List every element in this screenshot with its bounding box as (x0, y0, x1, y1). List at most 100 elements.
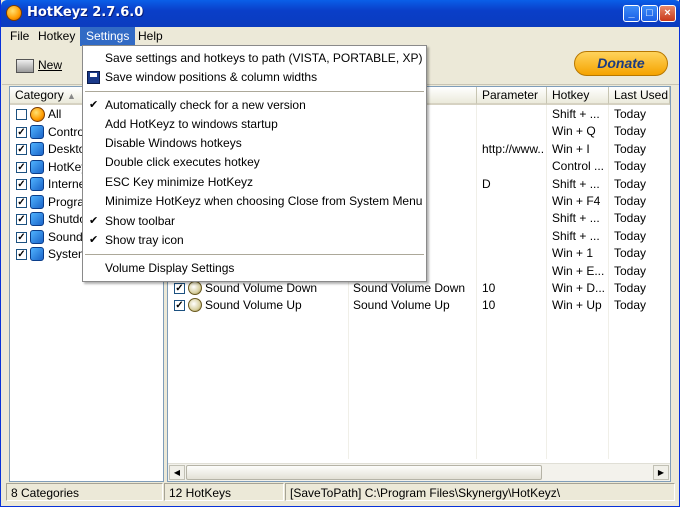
category-icon (30, 194, 44, 209)
app-icon (6, 5, 22, 21)
category-label: Deskto (48, 142, 86, 156)
keyboard-icon (16, 58, 34, 73)
hotkey-cell-last-used: Today (614, 298, 647, 313)
menu-item-label: Volume Display Settings (105, 261, 235, 275)
minimize-button[interactable]: _ (623, 5, 640, 22)
menu-settings[interactable]: Settings (80, 27, 136, 46)
title-bar[interactable]: HotKeyz 2.7.6.0 _ □ × (1, 0, 680, 27)
category-checkbox[interactable]: ✓ (16, 214, 27, 225)
category-checkbox[interactable]: ✓ (16, 179, 27, 190)
check-icon: ✔ (89, 215, 99, 227)
hotkey-cell-hotkey: Win + Up (552, 298, 602, 313)
column-header-last-used[interactable]: Last Used (609, 87, 670, 105)
menu-hotkey[interactable]: Hotkey (32, 27, 81, 46)
menu-item-show-tray-icon[interactable]: ✔ Show tray icon (83, 231, 426, 250)
menu-item-esc-minimize[interactable]: ESC Key minimize HotKeyz (83, 173, 426, 192)
hotkey-cell-last-used: Today (614, 281, 647, 295)
hotkey-cell-command: Sound Volume Up (353, 298, 450, 313)
all-categories-icon (30, 107, 45, 122)
hotkey-cell-hotkey: Win + E... (552, 263, 605, 278)
hotkey-row[interactable]: ✓ Sound Volume Down Sound Volume Down 10 Win… (168, 280, 670, 297)
category-label: Contro (48, 124, 85, 139)
menu-item-label: ESC Key minimize HotKeyz (105, 175, 254, 189)
hotkey-cell-name: Sound Volume Down (205, 281, 318, 295)
menu-item-disable-windows-hotkeys[interactable]: Disable Windows hotkeys (83, 134, 426, 153)
close-button[interactable]: × (659, 5, 676, 22)
menu-item-label: Save settings and hotkeys to path (VISTA… (105, 51, 423, 65)
menu-item-volume-display-settings[interactable]: Volume Display Settings (83, 259, 426, 278)
category-checkbox[interactable]: ✓ (16, 161, 27, 173)
category-label: Interne (48, 177, 86, 191)
new-button[interactable]: New (16, 55, 62, 75)
menu-item-label: Show tray icon (105, 233, 184, 247)
menu-item-save-window-positions[interactable]: Save window positions & column widths (83, 68, 426, 87)
menu-item-auto-check-version[interactable]: ✔ Automatically check for a new version (83, 96, 426, 115)
hotkey-cell-last-used: Today (614, 176, 647, 191)
category-checkbox[interactable]: ✓ (16, 126, 27, 138)
category-icon (30, 177, 44, 191)
category-icon (30, 212, 44, 226)
menu-bar: File Hotkey Settings Help (2, 27, 679, 46)
hotkey-cell-parameter (482, 245, 544, 262)
new-button-label: New (38, 58, 63, 72)
maximize-button[interactable]: □ (641, 5, 658, 22)
column-header-hotkey[interactable]: Hotkey (547, 87, 609, 105)
category-icon (30, 124, 44, 139)
scroll-thumb[interactable] (186, 465, 542, 480)
hotkey-cell-parameter (482, 123, 544, 140)
speaker-icon (188, 281, 202, 295)
status-hotkeys: 12 HotKeys (164, 483, 284, 501)
speaker-icon (188, 298, 202, 313)
category-checkbox[interactable]: ✓ (16, 144, 27, 155)
hotkey-cell-name: Sound Volume Up (205, 298, 302, 313)
hotkey-checkbox[interactable]: ✓ (174, 300, 185, 312)
hotkey-cell-hotkey: Win + F4 (552, 194, 601, 208)
menu-item-show-toolbar[interactable]: ✔ Show toolbar (83, 212, 426, 231)
menu-file[interactable]: File (4, 27, 35, 46)
hotkey-cell-last-used: Today (614, 141, 647, 156)
hotkey-cell-hotkey: Shift + ... (552, 211, 600, 226)
category-label: Sound (48, 229, 83, 244)
category-label: Progra (48, 194, 85, 209)
hotkey-cell-hotkey: Win + Q (552, 124, 596, 139)
hotkey-cell-parameter: 10 (482, 298, 496, 313)
category-label: All (48, 107, 62, 121)
settings-menu: Save settings and hotkeys to path (VISTA… (82, 45, 427, 282)
hotkey-cell-last-used: Today (614, 228, 647, 243)
category-label: Shutdo (48, 212, 87, 226)
horizontal-scrollbar[interactable]: ◀ ▶ (168, 463, 670, 481)
category-header-label: Category (15, 88, 64, 102)
menu-item-label: Minimize HotKeyz when choosing Close fro… (105, 194, 423, 208)
menu-separator (85, 254, 424, 255)
status-path: [SaveToPath] C:\Program Files\Skynergy\H… (285, 483, 675, 501)
hotkey-cell-command: Sound Volume Down (353, 281, 466, 295)
category-checkbox[interactable]: ✓ (16, 231, 27, 243)
category-icon (30, 159, 44, 174)
hotkey-cell-parameter: 10 (482, 281, 496, 295)
category-icon (30, 142, 44, 156)
menu-item-add-to-startup[interactable]: Add HotKeyz to windows startup (83, 115, 426, 134)
hotkey-cell-parameter (482, 158, 544, 175)
category-checkbox[interactable]: ✓ (16, 196, 27, 208)
category-icon (30, 247, 44, 261)
category-checkbox[interactable]: ✓ (16, 249, 27, 260)
menu-item-label: Automatically check for a new version (105, 98, 306, 112)
hotkey-cell-parameter (482, 193, 544, 210)
donate-button[interactable]: Donate (574, 51, 668, 76)
scroll-right-icon[interactable]: ▶ (653, 465, 669, 480)
hotkey-row[interactable]: ✓ Sound Volume Up Sound Volume Up 10 Win + U… (168, 297, 670, 314)
menu-item-double-click-executes[interactable]: Double click executes hotkey (83, 153, 426, 172)
hotkey-cell-last-used: Today (614, 211, 647, 226)
menu-item-save-to-path[interactable]: Save settings and hotkeys to path (VISTA… (83, 49, 426, 68)
hotkey-checkbox[interactable]: ✓ (174, 283, 185, 294)
hotkey-cell-hotkey: Shift + ... (552, 228, 600, 243)
hotkey-cell-hotkey: Win + 1 (552, 246, 594, 261)
menu-help[interactable]: Help (132, 27, 169, 46)
hotkey-cell-parameter (482, 210, 544, 227)
status-categories: 8 Categories (6, 483, 163, 501)
scroll-left-icon[interactable]: ◀ (169, 465, 185, 480)
category-checkbox[interactable] (16, 109, 27, 120)
hotkey-cell-parameter: http://www.... (482, 141, 544, 156)
menu-item-minimize-on-close[interactable]: Minimize HotKeyz when choosing Close fro… (83, 192, 426, 211)
column-header-parameter[interactable]: Parameter (477, 87, 547, 105)
